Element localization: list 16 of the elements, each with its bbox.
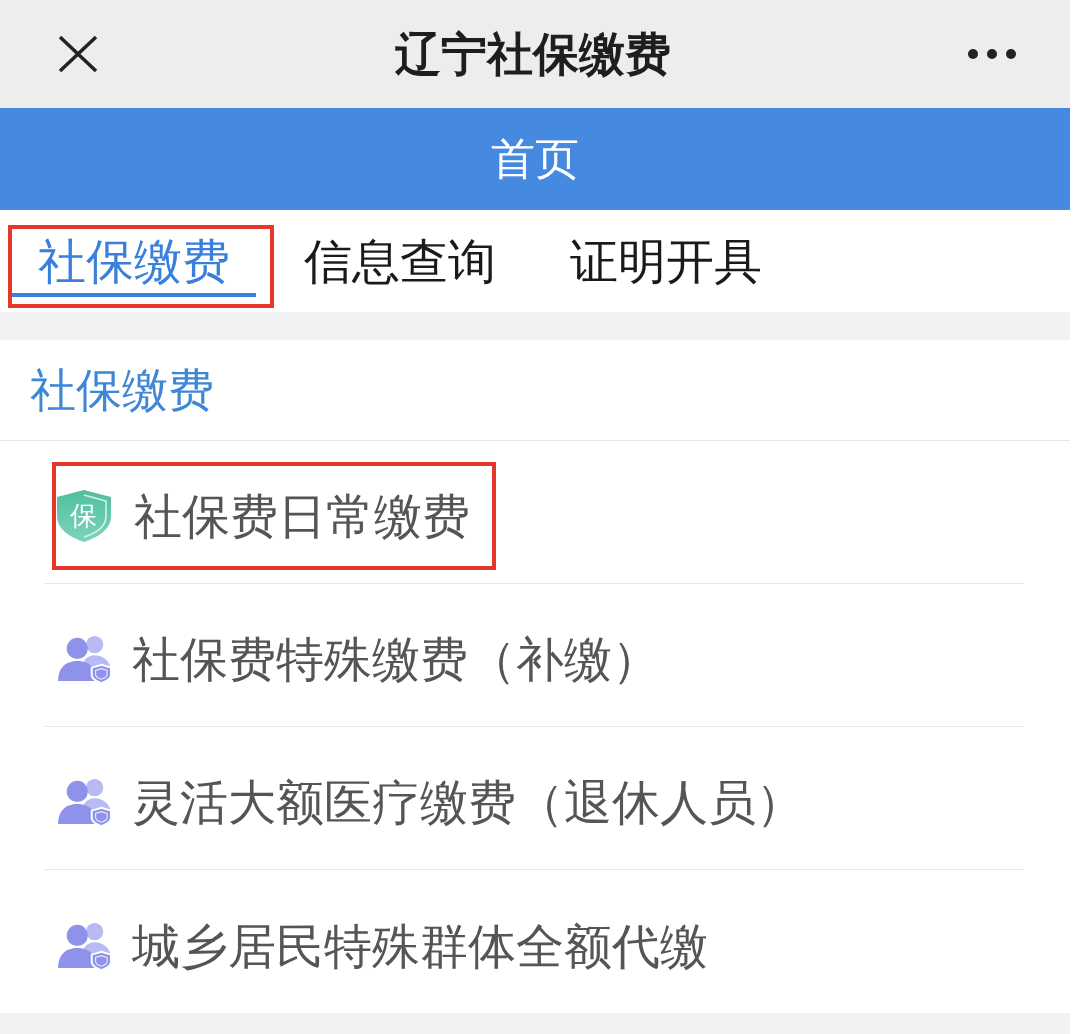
shield-icon: 保: [56, 489, 112, 543]
tab[interactable]: 社保缴费: [12, 229, 256, 297]
people-icon: [56, 777, 114, 827]
page-header: 首页: [0, 108, 1070, 210]
section-title: 社保缴费: [30, 362, 214, 419]
tab[interactable]: 证明开具: [544, 229, 788, 297]
menu-item[interactable]: 灵活大额医疗缴费（退休人员）: [56, 772, 804, 832]
menu-item[interactable]: 社保费特殊缴费（补缴）: [56, 629, 660, 689]
close-icon[interactable]: [58, 36, 98, 72]
tab[interactable]: 信息查询: [278, 229, 522, 297]
more-icon[interactable]: [968, 49, 1016, 59]
people-icon: [56, 634, 114, 684]
menu-item[interactable]: 城乡居民特殊群体全额代缴: [56, 915, 708, 976]
window-title: 辽宁社保缴费: [395, 26, 671, 82]
menu-item[interactable]: 保 社保费日常缴费: [56, 486, 470, 546]
people-icon: [56, 920, 114, 971]
